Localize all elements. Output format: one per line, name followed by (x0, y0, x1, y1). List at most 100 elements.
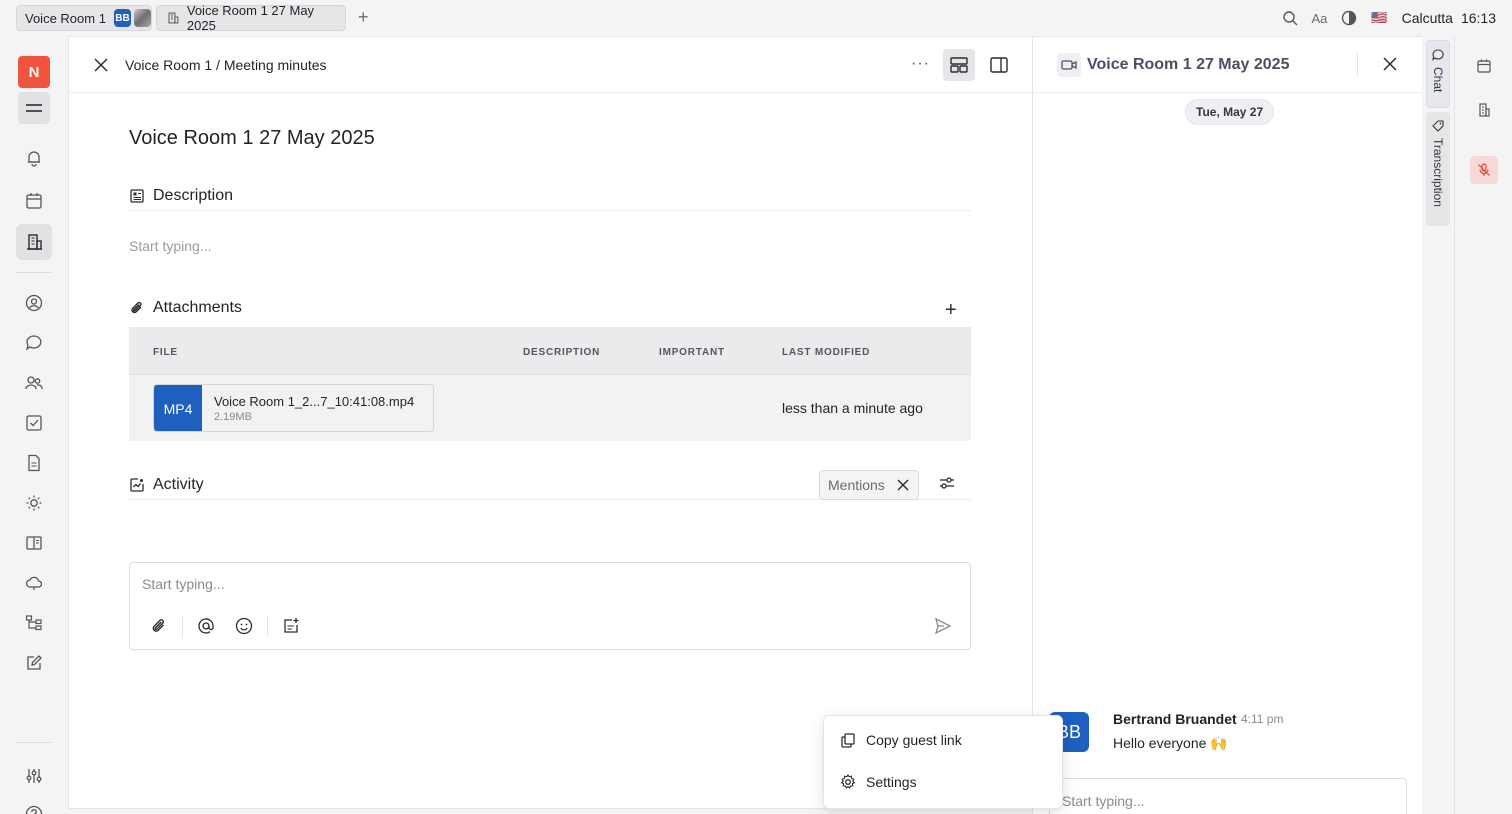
add-activity-button[interactable] (280, 615, 302, 637)
document-header: Voice Room 1 / Meeting minutes ··· (69, 37, 1033, 93)
people-icon (25, 376, 43, 390)
document-panel: Voice Room 1 / Meeting minutes ··· Voice… (68, 36, 1033, 808)
pencil-square-icon (27, 655, 42, 670)
column-header-file[interactable]: FILE (153, 347, 178, 358)
add-attachment-button[interactable]: + (945, 299, 957, 322)
contacts-button[interactable] (16, 285, 52, 321)
message-text: Hello everyone 🙌 (1113, 735, 1228, 751)
message-author[interactable]: Bertrand Bruandet (1113, 711, 1237, 727)
microphone-toggle[interactable] (1470, 156, 1498, 184)
planner-button[interactable] (16, 485, 52, 521)
search-icon[interactable] (1282, 10, 1298, 26)
right-toolbar (1454, 36, 1512, 814)
chat-bubble-icon (25, 335, 42, 351)
top-bar: Voice Room 1 BB Voice Room 1 27 May 2025… (0, 0, 1512, 36)
layout-icon (950, 57, 968, 73)
settings-label: Settings (866, 774, 917, 790)
tab-chat[interactable]: Chat (1426, 40, 1450, 108)
sidebar-toggle-button[interactable] (983, 49, 1015, 81)
language-flag[interactable]: 🇺🇸 (1371, 10, 1387, 26)
drive-button[interactable] (16, 565, 52, 601)
cloud-icon (25, 576, 43, 590)
edit-button[interactable] (16, 645, 52, 681)
workspace-logo[interactable]: N (18, 56, 50, 88)
close-icon[interactable] (93, 57, 109, 73)
table-header: FILE DESCRIPTION IMPORTANT LAST MODIFIED (129, 327, 971, 375)
offices-button[interactable] (16, 224, 52, 260)
column-header-description[interactable]: DESCRIPTION (523, 347, 600, 358)
close-icon[interactable] (897, 479, 909, 491)
knowledge-button[interactable] (16, 525, 52, 561)
activity-composer[interactable]: Start typing... (129, 562, 971, 650)
calendar-icon (26, 193, 42, 209)
bell-icon (28, 151, 40, 167)
notifications-button[interactable] (16, 140, 52, 176)
sliders-icon (26, 769, 42, 783)
tab-transcription[interactable]: Transcription (1426, 112, 1450, 226)
tasks-button[interactable] (16, 405, 52, 441)
gear-icon (840, 774, 856, 789)
description-section-header: Description (129, 181, 971, 211)
attach-button[interactable] (148, 615, 170, 637)
attachment-file[interactable]: MP4 Voice Room 1_2...7_10:41:08.mp4 2.19… (153, 384, 434, 432)
column-header-last-modified[interactable]: LAST MODIFIED (782, 347, 870, 358)
paperclip-icon (152, 619, 165, 632)
timezone-location[interactable]: Calcutta (1402, 10, 1453, 26)
calendar-button[interactable] (1470, 52, 1498, 80)
attachments-section-header: Attachments (129, 293, 971, 323)
send-icon[interactable] (934, 617, 952, 635)
emoji-button[interactable] (233, 615, 255, 637)
preferences-button[interactable] (16, 758, 52, 794)
file-type-badge: MP4 (154, 385, 202, 431)
video-call-button[interactable] (1057, 53, 1081, 77)
help-button[interactable] (16, 796, 52, 814)
tab-voice-room[interactable]: Voice Room 1 BB (16, 5, 152, 31)
user-avatar: BB (113, 9, 131, 27)
tree-icon (25, 615, 42, 631)
file-size: 2.19MB (214, 411, 252, 423)
file-name: Voice Room 1_2...7_10:41:08.mp4 (214, 394, 415, 409)
last-modified: less than a minute ago (782, 400, 923, 416)
offices-button[interactable] (1470, 96, 1498, 124)
filter-settings-icon[interactable] (939, 475, 955, 491)
tab-meeting-minutes[interactable]: Voice Room 1 27 May 2025 (156, 3, 346, 33)
hamburger-icon (26, 104, 42, 112)
smiley-icon (235, 617, 253, 635)
layout-toggle-button[interactable] (943, 49, 975, 81)
copy-guest-link-item[interactable]: Copy guest link (840, 732, 962, 748)
team-button[interactable] (16, 365, 52, 401)
messages-button[interactable] (16, 325, 52, 361)
description-icon (130, 188, 144, 203)
theme-toggle-icon[interactable] (1341, 10, 1357, 26)
microphone-off-icon (1478, 163, 1490, 176)
split-panel-icon (990, 57, 1008, 73)
calendar-plus-icon (284, 618, 299, 633)
mentions-filter-chip[interactable]: Mentions (819, 470, 919, 500)
column-header-important[interactable]: IMPORTANT (659, 347, 725, 358)
tab-voice-room-label: Voice Room 1 (25, 10, 106, 26)
chat-message-input[interactable]: Start typing... (1049, 778, 1407, 814)
close-icon[interactable] (1383, 57, 1397, 71)
hierarchy-button[interactable] (16, 605, 52, 641)
paperclip-icon (131, 301, 142, 314)
at-sign-icon (198, 618, 214, 634)
description-input[interactable]: Start typing... (129, 238, 211, 254)
add-tab-button[interactable]: + (358, 8, 369, 26)
chat-panel: Voice Room 1 27 May 2025 Tue, May 27 BB … (1032, 36, 1423, 814)
mentions-label: Mentions (828, 477, 885, 493)
message-time: 4:11 pm (1241, 712, 1284, 726)
page-title[interactable]: Voice Room 1 27 May 2025 (129, 127, 375, 150)
mention-button[interactable] (195, 615, 217, 637)
breadcrumb[interactable]: Voice Room 1 / Meeting minutes (125, 57, 327, 73)
calendar-button[interactable] (16, 183, 52, 219)
copy-guest-link-label: Copy guest link (866, 732, 962, 748)
menu-button[interactable] (18, 92, 50, 124)
side-tabs: Chat Transcription (1422, 36, 1454, 814)
documents-button[interactable] (16, 445, 52, 481)
settings-item[interactable]: Settings (840, 774, 917, 790)
date-separator: Tue, May 27 (1185, 99, 1275, 125)
more-options-button[interactable]: ··· (911, 55, 930, 73)
checkbox-icon (26, 415, 42, 431)
font-size-button[interactable]: Aa (1312, 11, 1328, 26)
description-heading: Description (153, 186, 234, 204)
